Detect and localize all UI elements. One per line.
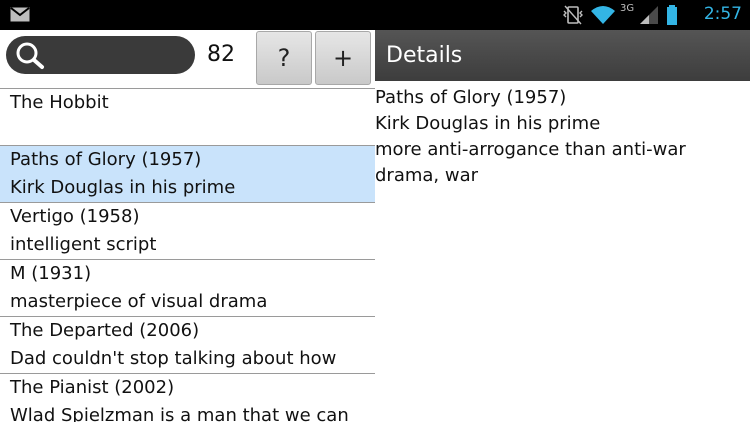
signal-icon: [640, 6, 658, 24]
list-item-subtitle: intelligent script: [10, 234, 157, 255]
details-line: Kirk Douglas in his prime: [375, 113, 601, 134]
list-item[interactable]: The Departed (2006) Dad couldn't stop ta…: [0, 316, 375, 373]
details-body: Paths of Glory (1957) Kirk Douglas in hi…: [375, 85, 750, 189]
list-item-subtitle: masterpiece of visual drama: [10, 291, 268, 312]
list-item[interactable]: Vertigo (1958) intelligent script: [0, 202, 375, 259]
list-item[interactable]: M (1931) masterpiece of visual drama: [0, 259, 375, 316]
list-item-title: M (1931): [10, 263, 92, 284]
list-item-subtitle: Kirk Douglas in his prime: [10, 177, 236, 198]
list-item-title: Vertigo (1958): [10, 206, 140, 227]
battery-icon: [667, 5, 677, 25]
list-item[interactable]: The Hobbit: [0, 88, 375, 145]
status-bar: 3G 2:57: [0, 0, 750, 30]
list-item-title: The Hobbit: [10, 92, 109, 113]
list-toolbar: 82 ? +: [0, 30, 375, 88]
help-button[interactable]: ?: [256, 31, 312, 85]
clock: 2:57: [703, 4, 742, 24]
movie-list: The Hobbit Paths of Glory (1957) Kirk Do…: [0, 88, 375, 422]
list-item-subtitle: Wlad Spielzman is a man that we can: [10, 405, 349, 422]
details-line: drama, war: [375, 165, 479, 186]
list-item-subtitle: Dad couldn't stop talking about how: [10, 348, 337, 369]
list-item-title: The Departed (2006): [10, 320, 200, 341]
details-line: Paths of Glory (1957): [375, 87, 567, 108]
list-item-title: Paths of Glory (1957): [10, 149, 202, 170]
details-pane: Details Paths of Glory (1957) Kirk Dougl…: [375, 30, 750, 422]
list-item[interactable]: The Pianist (2002) Wlad Spielzman is a m…: [0, 373, 375, 422]
movie-list-pane: 82 ? + The Hobbit Paths of Glory (1957) …: [0, 30, 375, 422]
details-header: Details: [375, 30, 750, 81]
mail-icon: [10, 7, 30, 22]
search-icon: [16, 42, 44, 69]
network-type-label: 3G: [620, 3, 635, 14]
wifi-icon: [591, 6, 615, 24]
search-field[interactable]: [6, 36, 195, 74]
add-button[interactable]: +: [315, 31, 371, 85]
details-title: Details: [386, 43, 463, 68]
list-item-title: The Pianist (2002): [10, 377, 175, 398]
item-count: 82: [207, 42, 235, 67]
list-item-selected[interactable]: Paths of Glory (1957) Kirk Douglas in hi…: [0, 145, 375, 202]
details-line: more anti-arrogance than anti-war: [375, 139, 686, 160]
vibrate-icon: [563, 5, 583, 25]
